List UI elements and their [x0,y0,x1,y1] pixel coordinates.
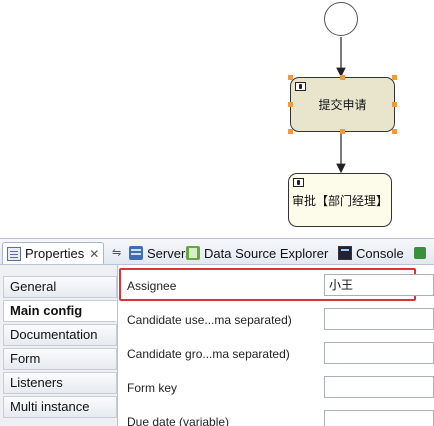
sidebar-item-multi-instance[interactable]: Multi instance [3,396,117,418]
data-source-explorer-icon [186,246,200,260]
selection-handle[interactable] [340,75,345,80]
selection-handle[interactable] [392,102,397,107]
properties-panel: General Main config Documentation Form L… [0,265,434,426]
user-task-approve[interactable]: 审批【部门经理】 [288,173,392,227]
assignee-label: Assignee [127,279,177,293]
diagram-canvas[interactable]: 提交申请 审批【部门经理】 [0,0,434,238]
selection-handle[interactable] [288,129,293,134]
tab-console[interactable]: Console [338,242,404,264]
selection-handle[interactable] [340,129,345,134]
user-task-submit[interactable]: 提交申请 [290,77,395,132]
user-task-icon [295,82,306,91]
due-date-field[interactable] [324,410,434,426]
selection-handle[interactable] [288,75,293,80]
task-label: 审批【部门经理】 [291,193,388,208]
task-label: 提交申请 [318,98,367,112]
console-icon [338,246,352,260]
start-event[interactable] [324,2,358,36]
form-key-label: Form key [127,381,178,395]
properties-icon [7,246,21,261]
selection-handle[interactable] [392,129,397,134]
user-task-icon [293,178,304,187]
form-key-field[interactable] [324,376,434,398]
tab-servers[interactable]: ⇋ Servers [112,242,192,264]
tab-label: Data Source Explorer [204,245,329,261]
selection-handle[interactable] [392,75,397,80]
candidate-users-field[interactable] [324,308,434,330]
servers-icon [129,246,143,260]
tab-label: Properties [25,246,85,261]
tab-data-source-explorer[interactable]: Data Source Explorer [186,242,328,264]
properties-sidebar: General Main config Documentation Form L… [0,265,118,426]
view-tab-bar: Properties ✕ ⇋ Servers Data Source Explo… [0,238,434,265]
selection-handle[interactable] [288,102,293,107]
candidate-groups-label: Candidate gro...ma separated) [127,347,290,361]
sidebar-item-listeners[interactable]: Listeners [3,372,117,394]
assignee-field[interactable]: 小王 [324,274,434,296]
sidebar-item-form[interactable]: Form [3,348,117,370]
candidate-users-label: Candidate use...ma separated) [127,313,292,327]
due-date-label: Due date (variable) [127,415,230,426]
tab-properties[interactable]: Properties ✕ [2,242,105,264]
sidebar-item-documentation[interactable]: Documentation [3,324,117,346]
candidate-groups-field[interactable] [324,342,434,364]
progress-icon [414,247,426,259]
close-icon[interactable]: ✕ [89,247,99,261]
tab-label: Console [356,245,404,261]
chevron-icon: ⇋ [112,247,122,259]
sidebar-item-general[interactable]: General [3,276,117,298]
tab-progress[interactable] [414,242,430,264]
sidebar-item-main-config[interactable]: Main config [3,300,117,322]
